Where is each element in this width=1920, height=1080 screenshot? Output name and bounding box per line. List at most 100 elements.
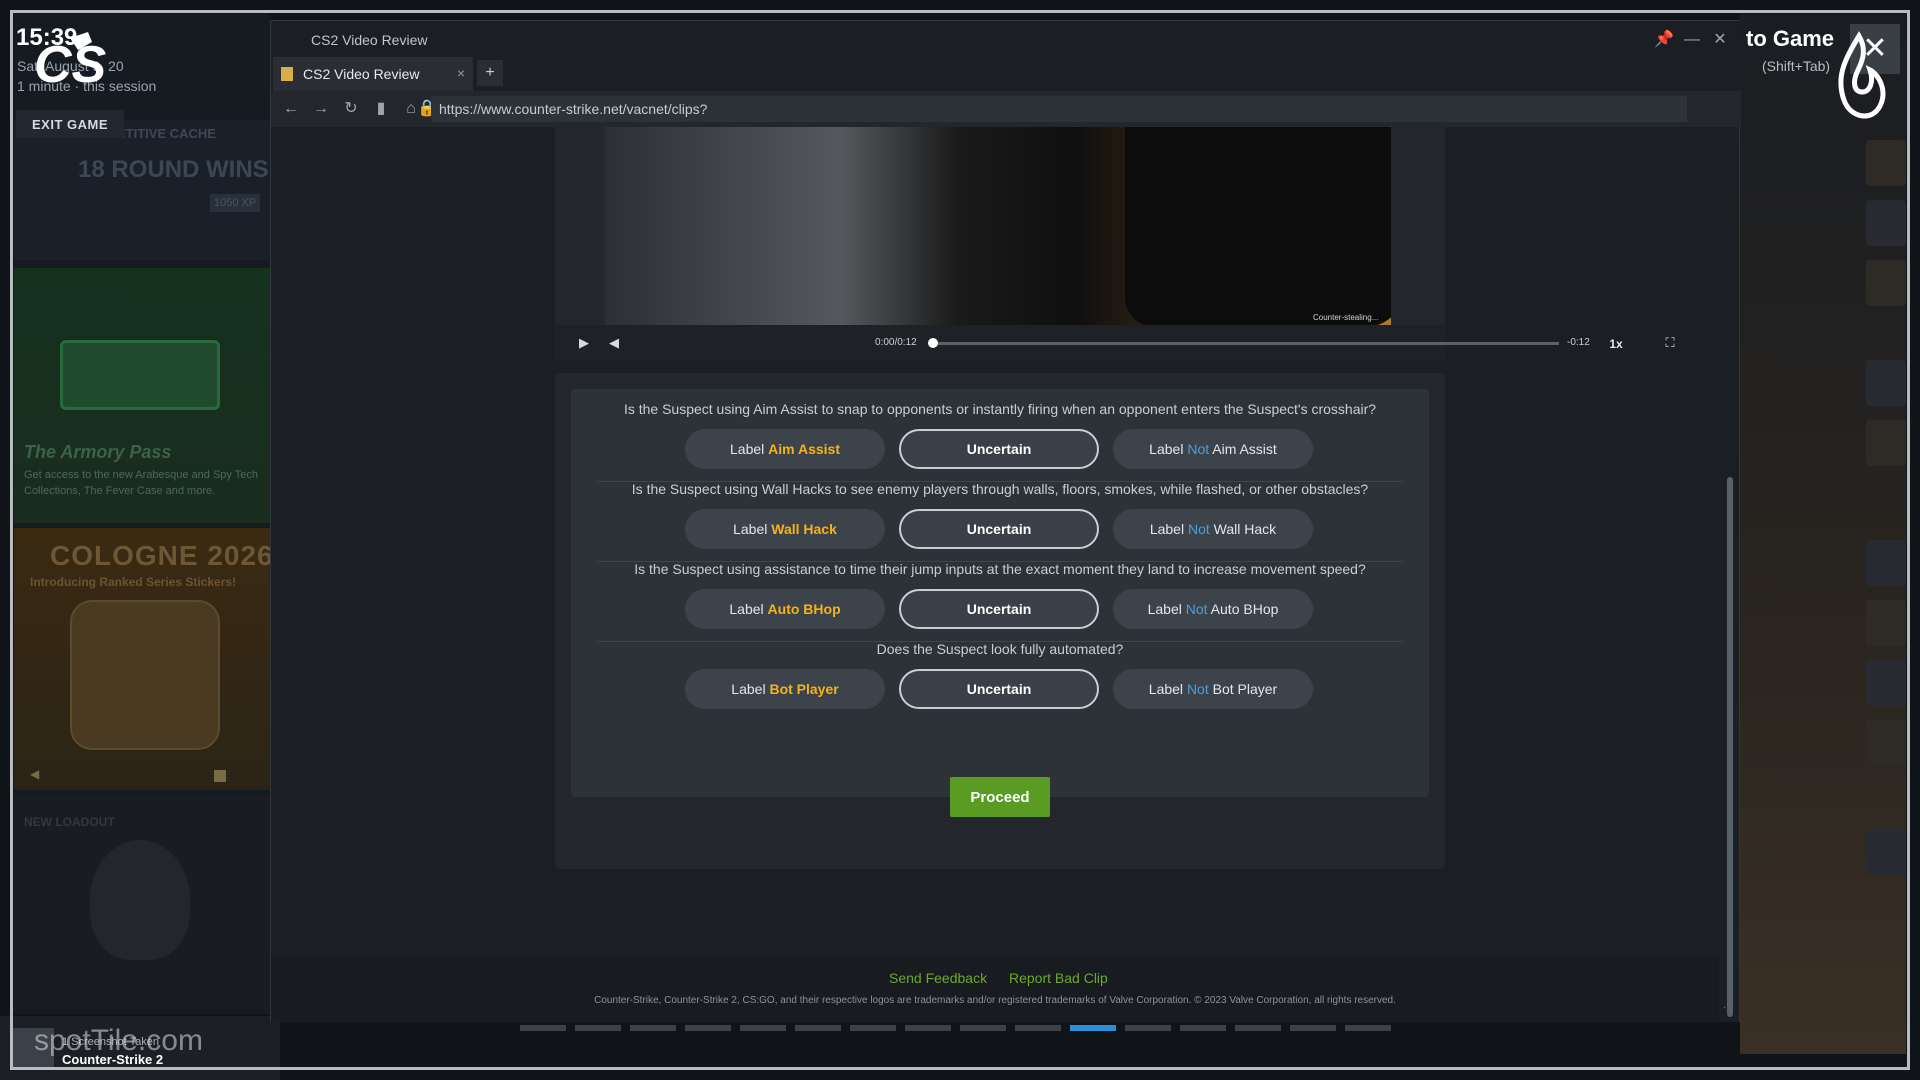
right-thumb bbox=[1866, 260, 1906, 306]
close-window-button[interactable]: ✕ bbox=[1707, 27, 1733, 53]
report-bad-clip-link[interactable]: Report Bad Clip bbox=[1009, 970, 1108, 986]
uncertain-button[interactable]: Uncertain bbox=[899, 669, 1099, 709]
new-item-label: NEW LOADOUT bbox=[24, 815, 115, 829]
window-titlebar: CS2 Video Review 📌 — ✕ bbox=[271, 21, 1741, 57]
right-thumb bbox=[1866, 830, 1906, 876]
footer bbox=[271, 955, 1719, 1021]
video-figure-silhouette bbox=[1125, 127, 1391, 327]
pin-icon[interactable]: 📌 bbox=[1651, 27, 1677, 53]
return-to-game-hint: (Shift+Tab) bbox=[1762, 58, 1831, 74]
label-yes-text: Bot Player bbox=[769, 681, 839, 697]
playback-speed-button[interactable]: 1x bbox=[1603, 334, 1629, 354]
pagination-dot[interactable] bbox=[740, 1025, 786, 1031]
stats-rounds: 18 ROUND WINS bbox=[78, 156, 269, 183]
fullscreen-icon[interactable]: ⛶ bbox=[1659, 333, 1681, 353]
uncertain-button[interactable]: Uncertain bbox=[899, 589, 1099, 629]
label-yes-button[interactable]: Label Wall Hack bbox=[685, 509, 885, 549]
lock-icon: 🔒 bbox=[417, 100, 437, 117]
label-prefix: Label bbox=[733, 521, 772, 537]
pagination-dot[interactable] bbox=[685, 1025, 731, 1031]
label-yes-text: Aim Assist bbox=[768, 441, 840, 457]
pagination-dot[interactable] bbox=[1015, 1025, 1061, 1031]
cologne-title: COLOGNE 2026 bbox=[50, 540, 274, 571]
label-prefix: Label bbox=[729, 601, 768, 617]
window-title: CS2 Video Review bbox=[311, 32, 428, 48]
label-yes-button[interactable]: Label Aim Assist bbox=[685, 429, 885, 469]
right-thumb bbox=[1866, 200, 1906, 246]
uncertain-button[interactable]: Uncertain bbox=[899, 509, 1099, 549]
right-thumb bbox=[1866, 420, 1906, 466]
pagination-dot[interactable] bbox=[1235, 1025, 1281, 1031]
label-not-button[interactable]: Label Not Wall Hack bbox=[1113, 509, 1313, 549]
pagination-dot[interactable] bbox=[850, 1025, 896, 1031]
cologne-sticker-image bbox=[70, 600, 220, 750]
video-seek-bar[interactable] bbox=[928, 338, 1559, 348]
label-yes-text: Wall Hack bbox=[771, 521, 837, 537]
proceed-button[interactable]: Proceed bbox=[950, 777, 1050, 817]
watermark: spotTile.com bbox=[34, 1024, 203, 1057]
question-text: Is the Suspect using assistance to time … bbox=[634, 561, 1366, 577]
label-not-text: Not bbox=[1185, 601, 1208, 617]
tab-bar: CS2 Video Review × + bbox=[271, 57, 1741, 91]
carousel-prev-icon[interactable]: ◀ bbox=[30, 767, 39, 781]
tab-close-button[interactable]: × bbox=[451, 63, 471, 83]
label-not-button[interactable]: Label Not Auto BHop bbox=[1113, 589, 1313, 629]
play-icon[interactable]: ▶ bbox=[573, 333, 595, 353]
pagination-dot[interactable] bbox=[795, 1025, 841, 1031]
label-yes-button[interactable]: Label Bot Player bbox=[685, 669, 885, 709]
reload-icon[interactable]: ↻ bbox=[339, 97, 363, 121]
steam-flame-icon bbox=[1838, 31, 1886, 119]
video-seek-knob[interactable] bbox=[928, 338, 938, 348]
armory-ticket-image bbox=[60, 340, 220, 410]
forward-arrow-icon[interactable]: → bbox=[309, 97, 333, 121]
label-not-text: Not bbox=[1186, 681, 1209, 697]
game-background: COMPETITIVE CACHE 18 ROUND WINS 1050 XP … bbox=[0, 0, 1920, 1080]
armory-title: The Armory Pass bbox=[24, 442, 172, 462]
pagination-dot[interactable] bbox=[1125, 1025, 1171, 1031]
label-prefix: Label bbox=[1149, 521, 1188, 537]
label-no-text: Wall Hack bbox=[1209, 521, 1277, 537]
pagination-dot[interactable] bbox=[630, 1025, 676, 1031]
new-tab-button[interactable]: + bbox=[477, 60, 503, 86]
pagination-dot[interactable] bbox=[1345, 1025, 1391, 1031]
pagination-dot[interactable] bbox=[575, 1025, 621, 1031]
minimize-button[interactable]: — bbox=[1679, 27, 1705, 53]
right-thumb bbox=[1866, 540, 1906, 586]
exit-game-button[interactable]: EXIT GAME bbox=[16, 110, 124, 138]
right-thumb bbox=[1866, 600, 1906, 646]
pagination-dot[interactable] bbox=[1070, 1025, 1116, 1031]
cologne-subtitle: Introducing Ranked Series Stickers! bbox=[30, 575, 237, 589]
label-prefix: Label bbox=[1147, 601, 1186, 617]
return-to-game-label[interactable]: to Game bbox=[1746, 26, 1834, 52]
right-thumb bbox=[1866, 660, 1906, 706]
pagination-dot[interactable] bbox=[1290, 1025, 1336, 1031]
label-not-button[interactable]: Label Not Aim Assist bbox=[1113, 429, 1313, 469]
label-prefix: Label bbox=[1149, 441, 1188, 457]
tab-cs2-video-review[interactable]: CS2 Video Review × bbox=[273, 57, 473, 91]
pagination-dot[interactable] bbox=[905, 1025, 951, 1031]
pagination-dot[interactable] bbox=[1180, 1025, 1226, 1031]
navigation-bar: ← → ↻ ▮ ⌂ 🔒 bbox=[271, 91, 1741, 127]
pagination-dot[interactable] bbox=[520, 1025, 566, 1031]
page-viewport: Counter-stealing... ▶ ◀ 0:00/0:12 -0:12 … bbox=[271, 127, 1739, 1022]
label-not-text: Not bbox=[1187, 441, 1210, 457]
url-bar[interactable] bbox=[431, 96, 1687, 122]
bookmark-icon[interactable]: ▮ bbox=[369, 97, 393, 121]
label-no-text: Aim Assist bbox=[1209, 441, 1277, 457]
label-not-button[interactable]: Label Not Bot Player bbox=[1113, 669, 1313, 709]
carousel-dot[interactable] bbox=[214, 770, 226, 782]
label-not-text: Not bbox=[1187, 521, 1210, 537]
back-arrow-icon[interactable]: ← bbox=[279, 97, 303, 121]
svg-text:CS: CS bbox=[34, 36, 107, 94]
scrollbar-thumb[interactable] bbox=[1727, 477, 1733, 1017]
pagination-dot[interactable] bbox=[960, 1025, 1006, 1031]
video-controls: ▶ ◀ 0:00/0:12 -0:12 1x ⛶ bbox=[555, 325, 1675, 361]
resize-grip-icon[interactable]: ⋰ bbox=[1723, 999, 1737, 1013]
label-yes-button[interactable]: Label Auto BHop bbox=[685, 589, 885, 629]
volume-icon[interactable]: ◀ bbox=[603, 333, 625, 353]
stats-card bbox=[14, 120, 270, 260]
send-feedback-link[interactable]: Send Feedback bbox=[889, 970, 987, 986]
uncertain-button[interactable]: Uncertain bbox=[899, 429, 1099, 469]
video-frame[interactable] bbox=[605, 127, 1391, 327]
right-thumb bbox=[1866, 140, 1906, 186]
